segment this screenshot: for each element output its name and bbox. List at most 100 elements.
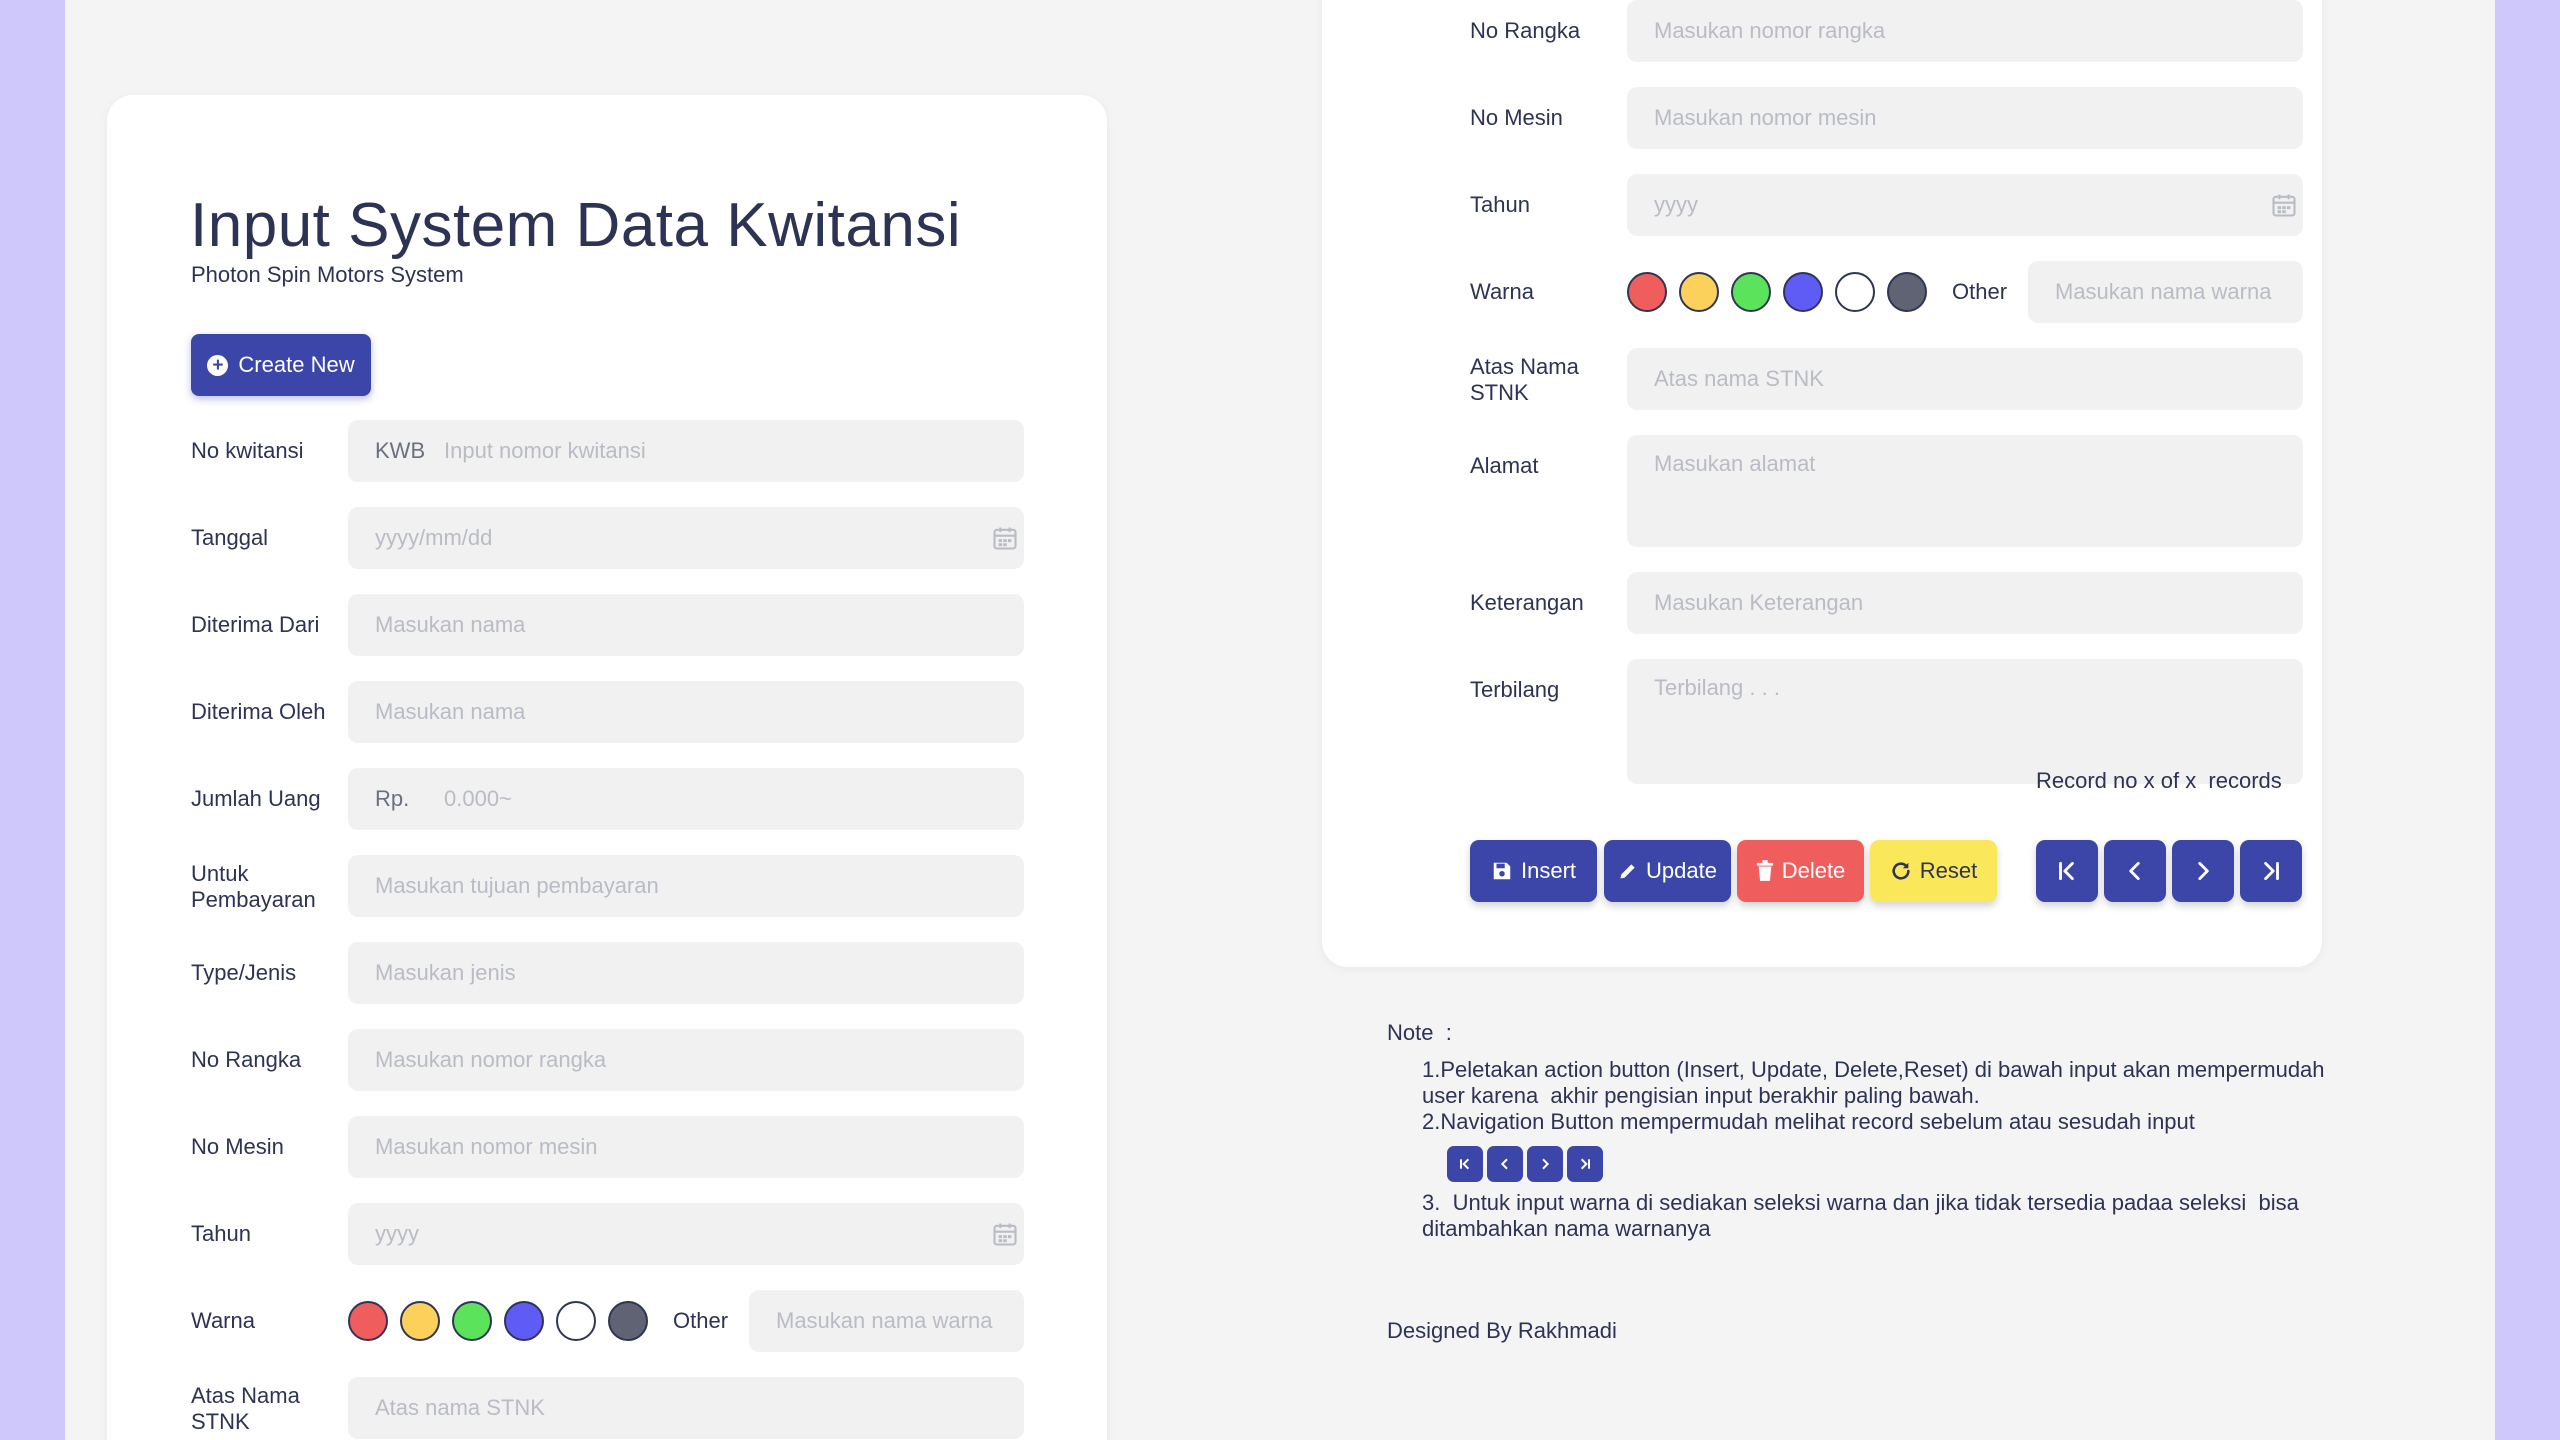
swatch-yellow[interactable] xyxy=(400,1301,440,1341)
swatch-green[interactable] xyxy=(452,1301,492,1341)
atas-nama-input[interactable] xyxy=(1627,348,2303,410)
swatch-blue[interactable] xyxy=(504,1301,544,1341)
swatch-yellow[interactable] xyxy=(1679,272,1719,312)
diterima-oleh-row: Diterima Oleh xyxy=(191,681,1024,743)
other-color-label: Other xyxy=(1952,279,2008,304)
trash-icon xyxy=(1756,860,1773,881)
note-item-3: 3. Untuk input warna di sediakan seleksi… xyxy=(1422,1190,2299,1241)
tanggal-row: Tanggal xyxy=(191,507,1024,569)
receipt-form-card: Input System Data Kwitansi Photon Spin M… xyxy=(107,95,1107,1440)
jumlah-uang-row: Jumlah Uang Rp. xyxy=(191,768,1024,830)
no-kwitansi-input[interactable] xyxy=(348,420,1024,482)
no-mesin-label: No Mesin xyxy=(191,1134,284,1159)
swatch-gray[interactable] xyxy=(608,1301,648,1341)
diterima-oleh-label: Diterima Oleh xyxy=(191,699,326,724)
warna-label: Warna xyxy=(1470,279,1534,304)
terbilang-textarea[interactable] xyxy=(1627,659,2303,784)
chevron-right-icon xyxy=(2198,862,2209,880)
swatch-blue[interactable] xyxy=(1783,272,1823,312)
no-rangka-row: No Rangka xyxy=(1470,0,2303,62)
no-mesin-input[interactable] xyxy=(348,1116,1024,1178)
color-name-input[interactable] xyxy=(2028,261,2303,323)
color-name-input[interactable] xyxy=(749,1290,1024,1352)
alamat-row: Alamat xyxy=(1470,435,2303,547)
terbilang-row: Terbilang xyxy=(1470,659,2303,784)
atas-nama-label: Atas Nama STNK xyxy=(191,1383,300,1434)
atas-nama-input[interactable] xyxy=(348,1377,1024,1439)
insert-button[interactable]: Insert xyxy=(1470,840,1597,902)
swatch-gray[interactable] xyxy=(1887,272,1927,312)
last-record-button[interactable] xyxy=(2240,840,2302,902)
no-mesin-label: No Mesin xyxy=(1470,105,1563,130)
no-mesin-input[interactable] xyxy=(1627,87,2303,149)
color-swatch-group xyxy=(348,1301,648,1341)
alamat-textarea[interactable] xyxy=(1627,435,2303,547)
untuk-pembayaran-row: Untuk Pembayaran xyxy=(191,855,1024,917)
diterima-dari-row: Diterima Dari xyxy=(191,594,1024,656)
no-rangka-label: No Rangka xyxy=(1470,18,1581,43)
swatch-green[interactable] xyxy=(1731,272,1771,312)
no-rangka-row: No Rangka xyxy=(191,1029,1024,1091)
untuk-pembayaran-input[interactable] xyxy=(348,855,1024,917)
terbilang-label: Terbilang xyxy=(1470,677,1560,702)
swatch-red[interactable] xyxy=(348,1301,388,1341)
tahun-input[interactable] xyxy=(1627,174,2303,236)
atas-nama-row: Atas Nama STNK xyxy=(1470,348,2303,410)
floppy-disk-icon xyxy=(1493,862,1511,880)
warna-row: Warna Other xyxy=(191,1290,1024,1352)
no-kwitansi-label: No kwitansi xyxy=(191,438,304,463)
delete-label: Delete xyxy=(1781,858,1846,883)
plus-circle-icon: + xyxy=(207,354,229,376)
warna-row: Warna Other xyxy=(1470,261,2303,323)
diterima-dari-label: Diterima Dari xyxy=(191,612,320,637)
jumlah-uang-input[interactable] xyxy=(348,768,1024,830)
tahun-row: Tahun xyxy=(1470,174,2303,236)
mini-first-icon xyxy=(1447,1146,1483,1182)
chevron-left-icon xyxy=(2129,862,2140,880)
type-jenis-input[interactable] xyxy=(348,942,1024,1004)
tahun-input[interactable] xyxy=(348,1203,1024,1265)
record-counter: Record no x of x records xyxy=(2036,768,2282,793)
warna-label: Warna xyxy=(191,1308,255,1333)
atas-nama-row: Atas Nama STNK xyxy=(191,1377,1024,1439)
update-button[interactable]: Update xyxy=(1604,840,1731,902)
first-record-button[interactable] xyxy=(2036,840,2098,902)
no-rangka-input[interactable] xyxy=(1627,0,2303,62)
create-new-button[interactable]: + Create New xyxy=(191,334,371,396)
refresh-icon xyxy=(1892,862,1910,880)
no-rangka-input[interactable] xyxy=(348,1029,1024,1091)
swatch-red[interactable] xyxy=(1627,272,1667,312)
delete-button[interactable]: Delete xyxy=(1737,840,1864,902)
diterima-oleh-input[interactable] xyxy=(348,681,1024,743)
note-item-2: 2.Navigation Button mempermudah melihat … xyxy=(1422,1109,2195,1134)
receipt-form-card-continued: No Rangka No Mesin Tahun Warna xyxy=(1322,0,2322,967)
tahun-label: Tahun xyxy=(191,1221,251,1246)
mini-prev-icon xyxy=(1487,1146,1523,1182)
page-subtitle: Photon Spin Motors System xyxy=(191,262,464,287)
tahun-row: Tahun xyxy=(191,1203,1024,1265)
swatch-white[interactable] xyxy=(556,1301,596,1341)
keterangan-input[interactable] xyxy=(1627,572,2303,634)
mini-nav-illustration xyxy=(1447,1146,1603,1182)
type-jenis-label: Type/Jenis xyxy=(191,960,297,985)
designer-credit: Designed By Rakhmadi xyxy=(1387,1318,1617,1343)
reset-button[interactable]: Reset xyxy=(1870,840,1997,902)
color-swatch-group xyxy=(1627,272,1927,312)
alamat-label: Alamat xyxy=(1470,453,1539,478)
page-title: Input System Data Kwitansi xyxy=(190,191,962,260)
keterangan-row: Keterangan xyxy=(1470,572,2303,634)
last-page-icon xyxy=(2264,862,2279,880)
insert-label: Insert xyxy=(1520,858,1577,883)
untuk-pembayaran-label: Untuk Pembayaran xyxy=(191,861,316,912)
swatch-white[interactable] xyxy=(1835,272,1875,312)
jumlah-uang-label: Jumlah Uang xyxy=(191,786,321,811)
no-rangka-label: No Rangka xyxy=(191,1047,302,1072)
create-new-label: Create New xyxy=(238,352,355,377)
previous-record-button[interactable] xyxy=(2104,840,2166,902)
other-color-label: Other xyxy=(673,1308,729,1333)
tahun-label: Tahun xyxy=(1470,192,1530,217)
tanggal-input[interactable] xyxy=(348,507,1024,569)
diterima-dari-input[interactable] xyxy=(348,594,1024,656)
next-record-button[interactable] xyxy=(2172,840,2234,902)
type-jenis-row: Type/Jenis xyxy=(191,942,1024,1004)
